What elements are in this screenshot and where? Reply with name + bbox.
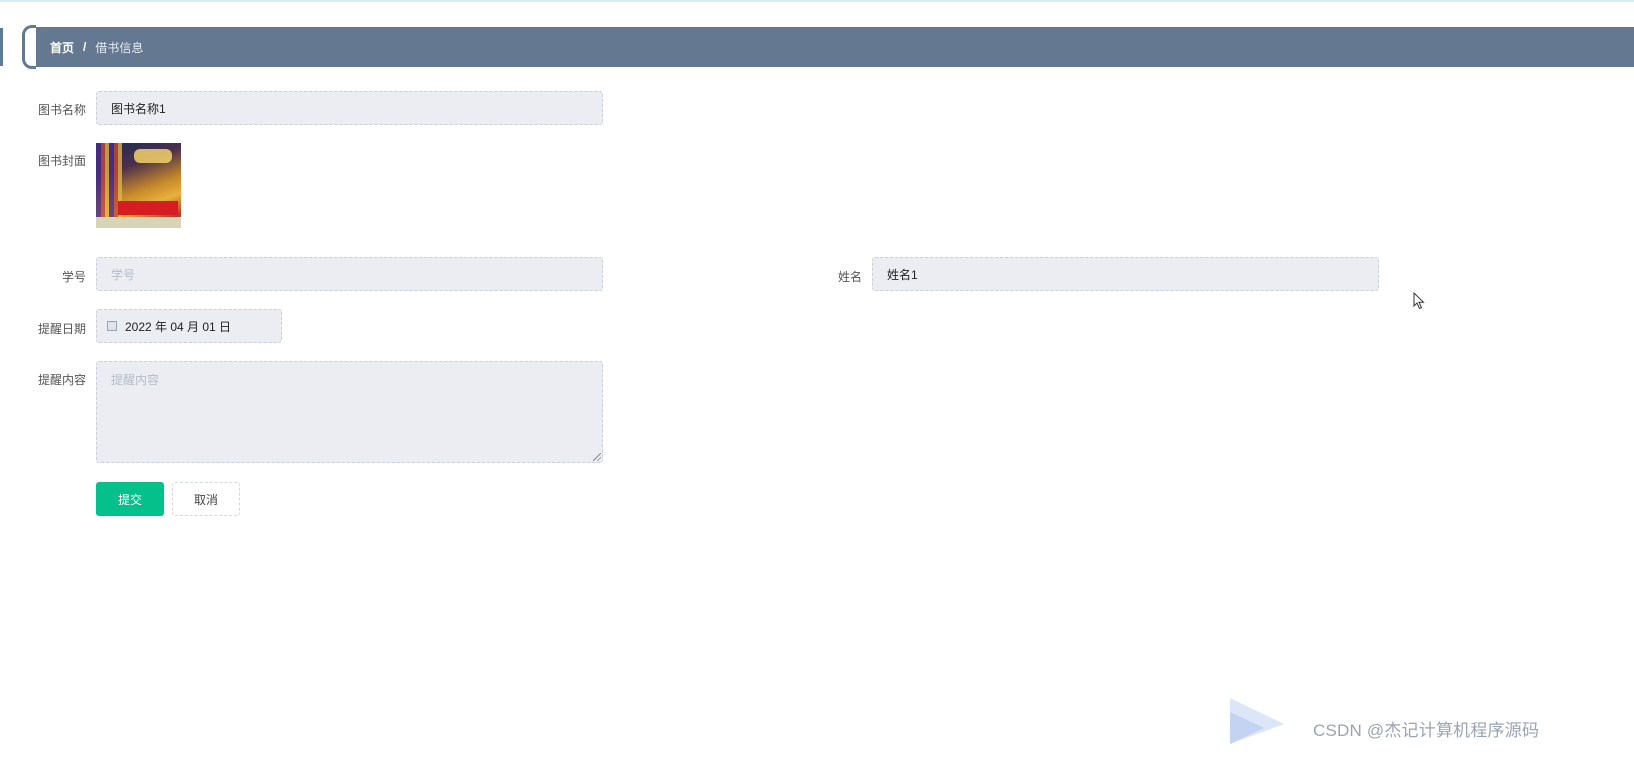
student-id-input[interactable]: 学号: [96, 257, 603, 291]
calendar-icon: [107, 321, 117, 331]
cover-title-art: [134, 149, 172, 163]
breadcrumb-separator: /: [83, 40, 87, 54]
breadcrumb-home[interactable]: 首页: [50, 39, 74, 56]
remind-content-textarea[interactable]: 提醒内容: [96, 361, 603, 463]
submit-button[interactable]: 提交: [96, 482, 164, 516]
cover-spines: [96, 143, 122, 228]
breadcrumb: 首页 / 借书信息: [33, 27, 1634, 67]
remind-content-label: 提醒内容: [37, 373, 86, 387]
remind-date-picker[interactable]: 2022 年 04 月 01 日: [96, 309, 282, 343]
book-name-label: 图书名称: [37, 103, 86, 117]
book-name-input[interactable]: 图书名称1: [96, 91, 603, 125]
book-cover-label: 图书封面: [37, 154, 86, 168]
breadcrumb-bracket-decoration: [22, 25, 36, 69]
remind-date-label: 提醒日期: [37, 322, 86, 336]
watermark-text: CSDN @杰记计算机程序源码: [1313, 721, 1540, 740]
cover-bottom-band: [96, 217, 181, 228]
breadcrumb-current: 借书信息: [95, 40, 144, 55]
cover-red-band: [118, 201, 178, 215]
student-id-label: 学号: [61, 270, 86, 284]
remind-date-value: 2022 年 04 月 01 日: [125, 319, 232, 334]
top-divider: [0, 0, 1634, 2]
remind-content-placeholder: 提醒内容: [111, 373, 160, 387]
cancel-button[interactable]: 取消: [172, 482, 240, 516]
book-cover-image[interactable]: [96, 143, 181, 228]
name-label: 姓名: [837, 270, 862, 284]
watermark-logo-icon: [1230, 698, 1284, 744]
mouse-pointer-icon: [1413, 292, 1425, 310]
page: 首页 / 借书信息 图书名称 图书名称1 图书封面 学号 学号 姓名 姓名1 提…: [0, 0, 1634, 776]
name-input[interactable]: 姓名1: [872, 257, 1379, 291]
left-accent-bar: [0, 28, 3, 66]
resize-grip-icon[interactable]: [593, 453, 601, 461]
